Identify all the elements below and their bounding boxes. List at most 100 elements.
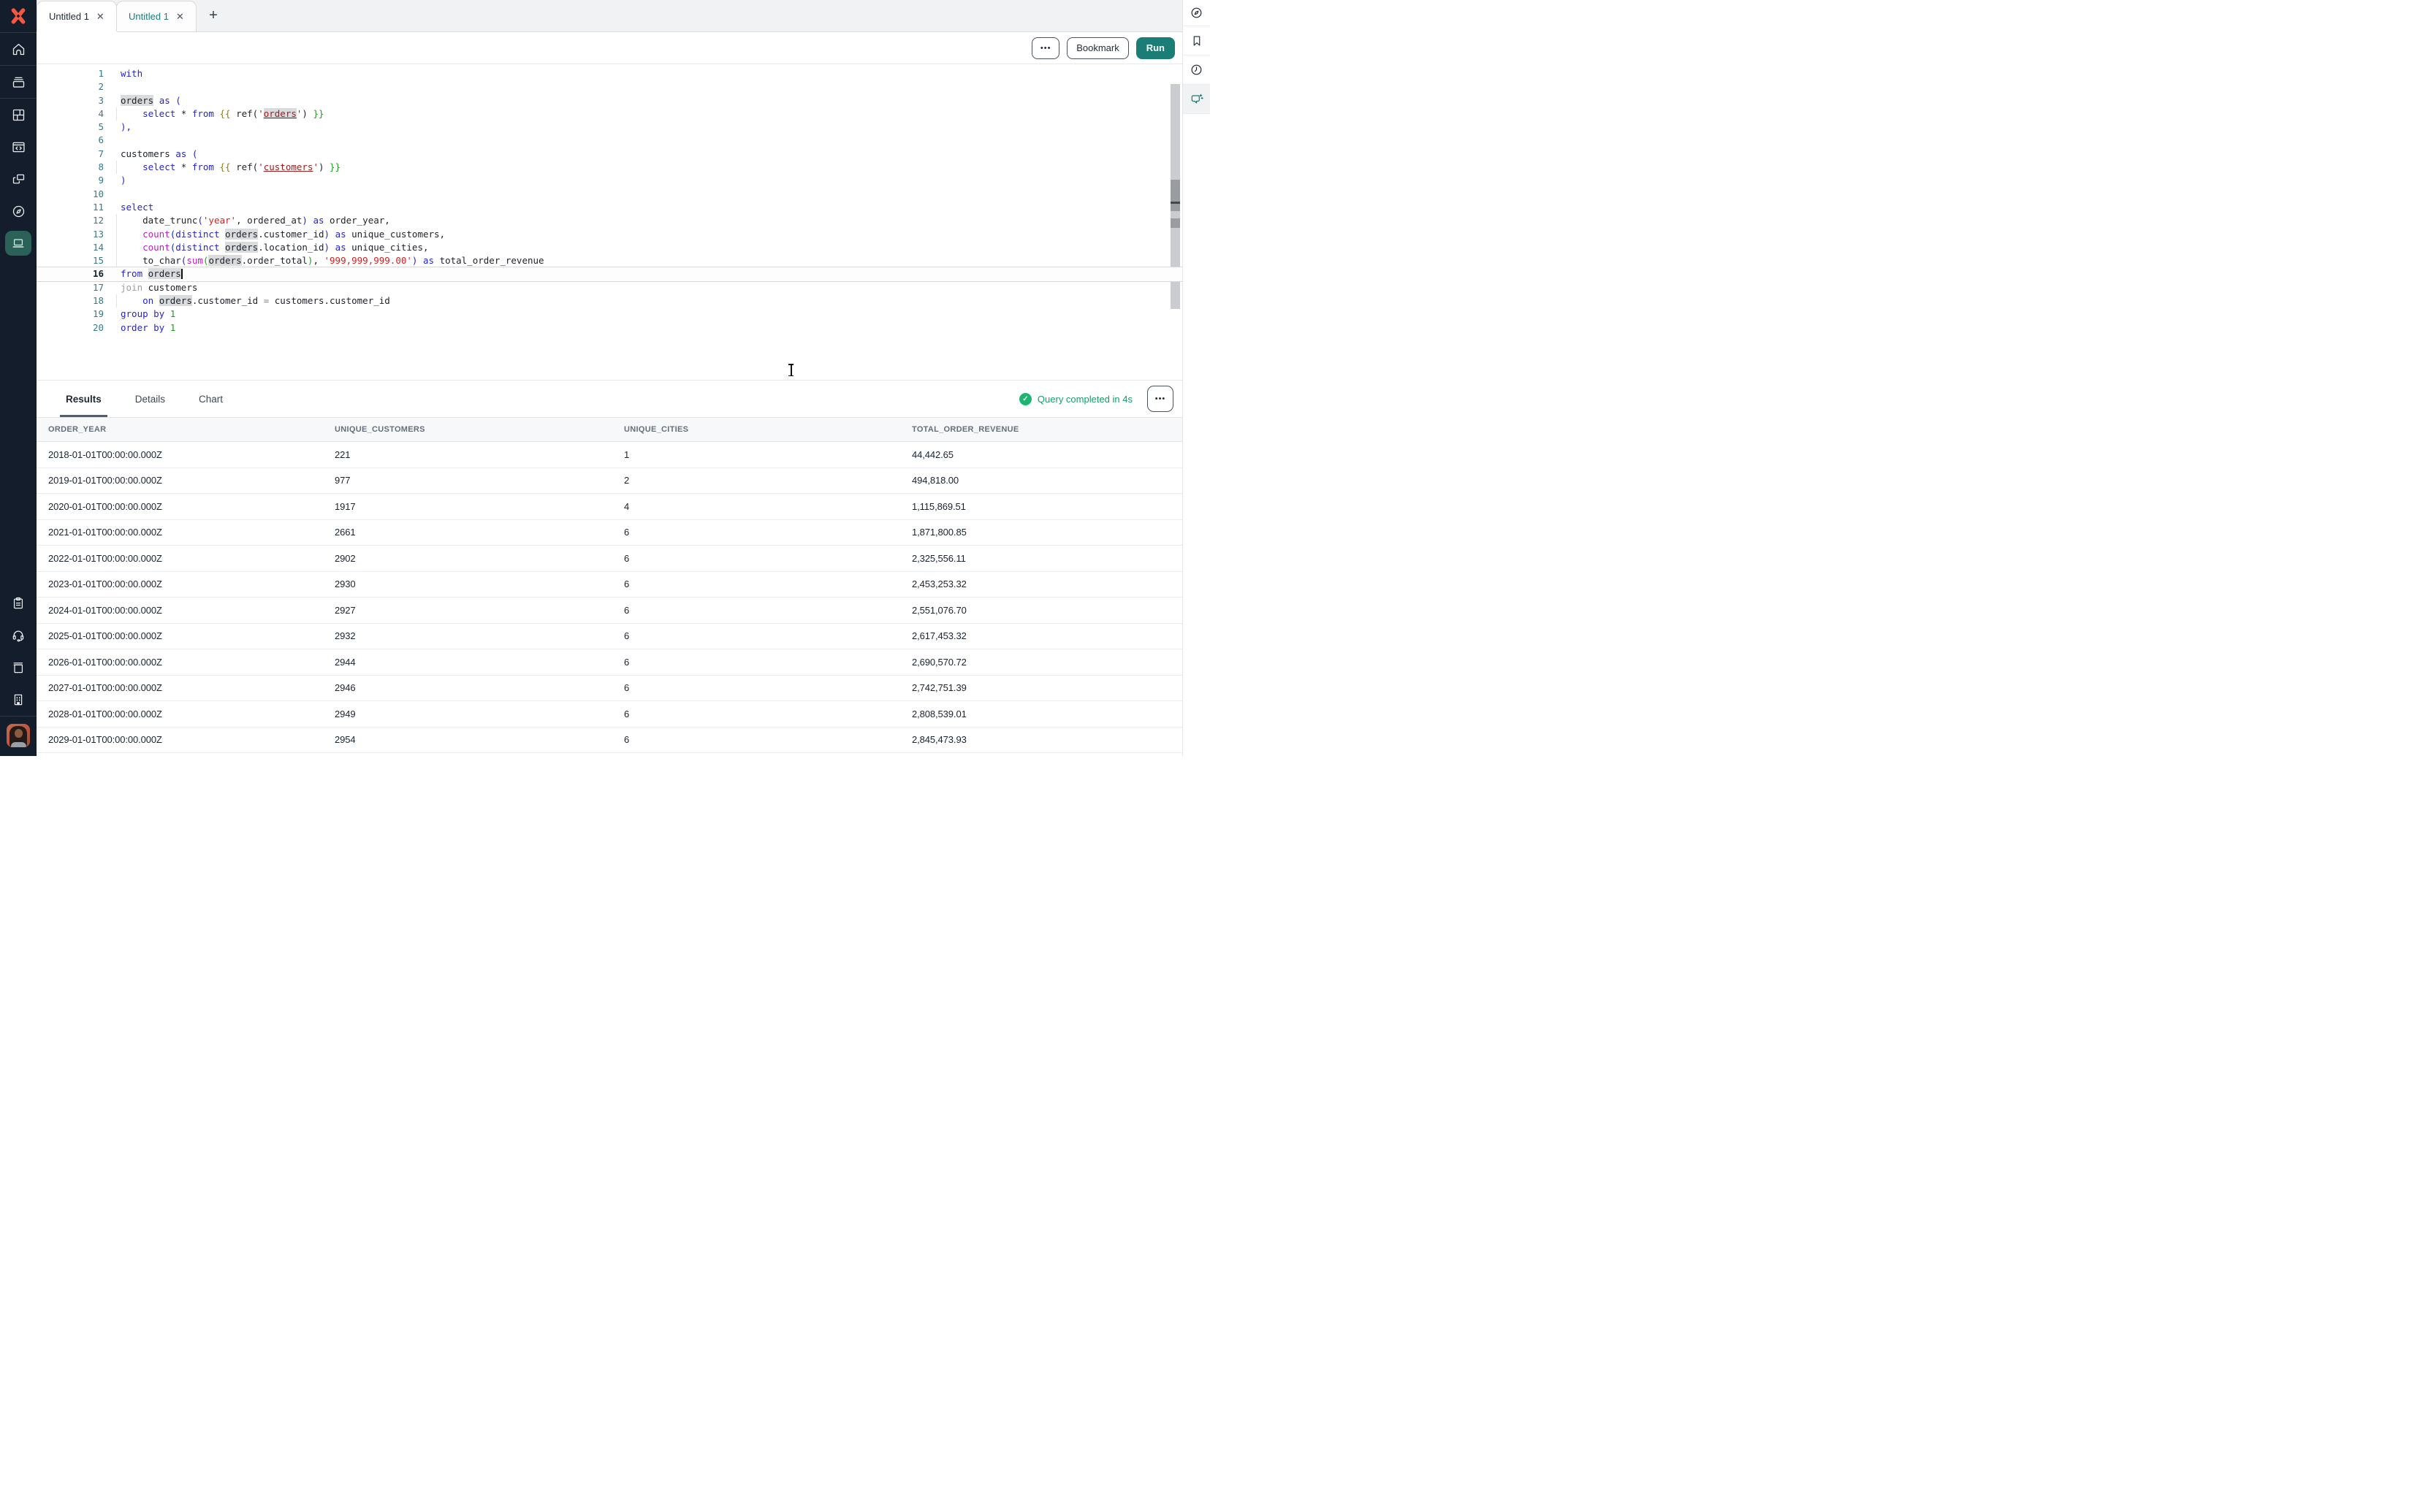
more-options-button[interactable]: ••• xyxy=(1032,37,1059,59)
main-area: Untitled 1✕Untitled 1✕ + ••• Bookmark Ru… xyxy=(37,0,1182,756)
table-row[interactable]: 2024-01-01T00:00:00.000Z292762,551,076.7… xyxy=(37,597,1182,624)
column-header[interactable]: UNIQUE_CITIES xyxy=(612,425,900,434)
book-icon xyxy=(11,660,26,675)
table-cell: 6 xyxy=(612,553,900,564)
hex-logo[interactable] xyxy=(0,0,37,32)
code-line[interactable]: 1with xyxy=(37,67,1182,80)
sidebar-item-org[interactable] xyxy=(0,684,37,716)
code-lines: 1with23orders as (4 select * from {{ ref… xyxy=(37,67,1182,335)
compass-icon xyxy=(11,204,26,219)
scrollbar-cursor-marker xyxy=(1171,202,1180,204)
new-tab-button[interactable]: + xyxy=(197,0,230,31)
active-pill xyxy=(5,231,31,256)
table-cell: 2930 xyxy=(323,579,612,589)
user-avatar[interactable] xyxy=(7,724,30,747)
editor-tab[interactable]: Untitled 1✕ xyxy=(116,1,197,31)
windows-icon xyxy=(11,172,26,187)
line-number: 19 xyxy=(37,308,104,321)
code-line[interactable]: 16from orders xyxy=(37,267,1182,281)
table-row[interactable]: 2022-01-01T00:00:00.000Z290262,325,556.1… xyxy=(37,546,1182,572)
sql-editor[interactable]: 1with23orders as (4 select * from {{ ref… xyxy=(37,64,1182,380)
clipboard-icon xyxy=(11,596,26,611)
avatar-shirt xyxy=(11,742,26,747)
table-row[interactable]: 2021-01-01T00:00:00.000Z266161,871,800.8… xyxy=(37,520,1182,546)
code-line[interactable]: 14 count(distinct orders.location_id) as… xyxy=(37,241,1182,254)
scrollbar-thumb[interactable] xyxy=(1171,180,1180,211)
table-row[interactable]: 2018-01-01T00:00:00.000Z221144,442.65 xyxy=(37,442,1182,468)
tab-results[interactable]: Results xyxy=(60,381,107,417)
editor-tab[interactable]: Untitled 1 ✕ xyxy=(37,1,117,31)
line-number: 3 xyxy=(37,94,104,107)
code-line[interactable]: 10 xyxy=(37,188,1182,201)
sidebar-item-templates[interactable] xyxy=(0,587,37,619)
sidebar-item-projects[interactable] xyxy=(0,66,37,98)
code-line[interactable]: 11select xyxy=(37,201,1182,214)
code-line[interactable]: 2 xyxy=(37,80,1182,93)
code-line[interactable]: 20order by 1 xyxy=(37,321,1182,335)
text-cursor xyxy=(181,269,183,279)
right-item-history[interactable] xyxy=(1183,56,1210,85)
line-number: 20 xyxy=(37,321,104,335)
code-text: with xyxy=(104,67,142,80)
code-line[interactable]: 7customers as ( xyxy=(37,148,1182,161)
tab-chart[interactable]: Chart xyxy=(193,381,229,417)
code-text: select * from {{ ref('orders') }} xyxy=(104,107,324,121)
sidebar-item-components[interactable] xyxy=(0,163,37,195)
sidebar-divider xyxy=(0,716,37,717)
code-line[interactable]: 18 on orders.customer_id = customers.cus… xyxy=(37,294,1182,308)
right-item-ai-chat[interactable] xyxy=(1183,85,1210,114)
sidebar-item-home[interactable] xyxy=(0,33,37,65)
sidebar-item-explore[interactable] xyxy=(0,195,37,227)
clock-icon xyxy=(1190,63,1203,77)
table-row[interactable]: 2023-01-01T00:00:00.000Z293062,453,253.3… xyxy=(37,572,1182,598)
bookmark-button[interactable]: Bookmark xyxy=(1067,37,1129,59)
compass-icon xyxy=(1190,6,1203,20)
run-button[interactable]: Run xyxy=(1136,37,1175,59)
code-line[interactable]: 8 select * from {{ ref('customers') }} xyxy=(37,161,1182,174)
right-item-bookmarks[interactable] xyxy=(1183,26,1210,56)
sidebar-item-support[interactable] xyxy=(0,619,37,652)
code-line[interactable]: 19group by 1 xyxy=(37,308,1182,321)
code-text: group by 1 xyxy=(104,308,175,321)
code-line[interactable]: 3orders as ( xyxy=(37,94,1182,107)
column-header[interactable]: ORDER_YEAR xyxy=(37,425,323,434)
home-icon xyxy=(11,42,26,57)
code-line[interactable]: 15 to_char(sum(orders.order_total), '999… xyxy=(37,254,1182,267)
table-cell: 2020-01-01T00:00:00.000Z xyxy=(37,501,323,512)
code-line[interactable]: 9) xyxy=(37,174,1182,187)
close-icon[interactable]: ✕ xyxy=(176,11,184,23)
code-line[interactable]: 13 count(distinct orders.customer_id) as… xyxy=(37,228,1182,241)
right-item-explore[interactable] xyxy=(1183,0,1210,26)
table-row[interactable]: 2029-01-01T00:00:00.000Z295462,845,473.9… xyxy=(37,728,1182,754)
table-row[interactable]: 2020-01-01T00:00:00.000Z191741,115,869.5… xyxy=(37,494,1182,520)
code-line[interactable]: 12 date_trunc('year', ordered_at) as ord… xyxy=(37,214,1182,227)
table-cell: 2,690,570.72 xyxy=(900,657,1182,668)
table-row[interactable]: 2025-01-01T00:00:00.000Z293262,617,453.3… xyxy=(37,624,1182,650)
code-line[interactable]: 17join customers xyxy=(37,281,1182,294)
tab-label: Untitled 1 xyxy=(49,11,89,22)
code-text: to_char(sum(orders.order_total), '999,99… xyxy=(104,254,544,267)
table-row[interactable]: 2019-01-01T00:00:00.000Z9772494,818.00 xyxy=(37,468,1182,495)
column-header[interactable]: TOTAL_ORDER_REVENUE xyxy=(900,425,1182,434)
sidebar-item-apps[interactable] xyxy=(0,99,37,131)
table-cell: 2025-01-01T00:00:00.000Z xyxy=(37,630,323,641)
column-header[interactable]: UNIQUE_CUSTOMERS xyxy=(323,425,612,434)
sidebar-item-code[interactable] xyxy=(0,131,37,163)
sidebar-item-docs[interactable] xyxy=(0,652,37,684)
results-more-button[interactable]: ••• xyxy=(1147,386,1173,412)
code-line[interactable]: 5), xyxy=(37,121,1182,134)
close-icon[interactable]: ✕ xyxy=(96,11,104,23)
code-line[interactable]: 6 xyxy=(37,134,1182,147)
table-row[interactable]: 2028-01-01T00:00:00.000Z294962,808,539.0… xyxy=(37,701,1182,728)
table-row[interactable]: 2027-01-01T00:00:00.000Z294662,742,751.3… xyxy=(37,676,1182,702)
tab-details[interactable]: Details xyxy=(129,381,171,417)
table-row[interactable]: 2026-01-01T00:00:00.000Z294462,690,570.7… xyxy=(37,649,1182,676)
table-cell: 44,442.65 xyxy=(900,449,1182,460)
sidebar-item-computer[interactable] xyxy=(0,227,37,259)
table-cell: 2021-01-01T00:00:00.000Z xyxy=(37,527,323,538)
table-row[interactable]: 2030-01-01T00:00:00.000Z287961,841,049.3… xyxy=(37,753,1182,756)
line-number: 1 xyxy=(37,67,104,80)
code-line[interactable]: 4 select * from {{ ref('orders') }} xyxy=(37,107,1182,121)
scrollbar-thumb[interactable] xyxy=(1171,218,1180,228)
table-cell: 2,325,556.11 xyxy=(900,553,1182,564)
